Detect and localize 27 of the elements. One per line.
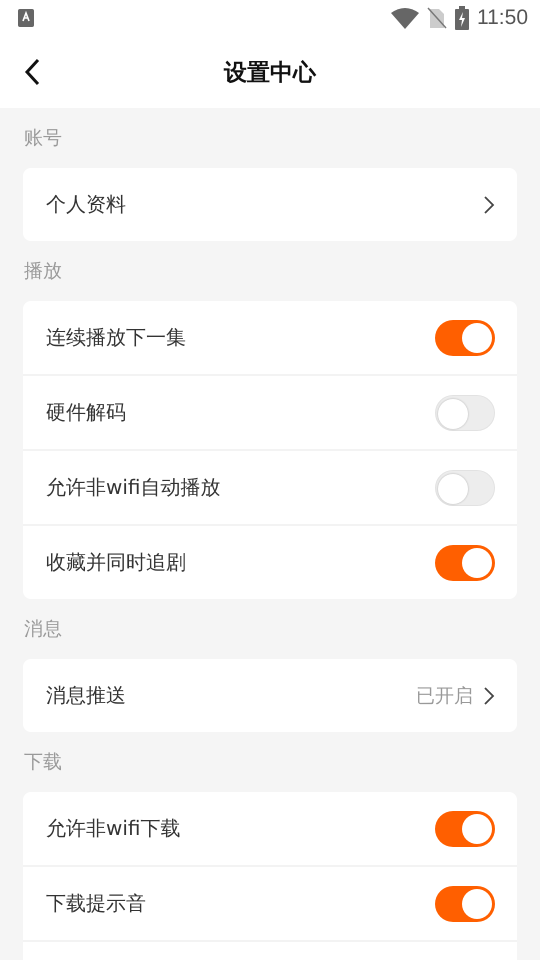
setting-label: 允许非wifi自动播放: [46, 474, 222, 501]
setting-value: 已开启: [416, 684, 473, 708]
section-title: 播放: [24, 259, 62, 284]
toggle-switch[interactable]: [435, 544, 495, 580]
chevron-right-icon[interactable]: [483, 194, 495, 214]
setting-label: 下载提示音: [46, 890, 147, 917]
wifi-icon: [391, 7, 419, 29]
clock-time: 11:50: [477, 6, 528, 30]
setting-label: 个人资料: [46, 191, 127, 218]
setting-label: 连续播放下一集: [46, 324, 187, 351]
section-title: 账号: [24, 126, 62, 151]
keyboard-icon: [18, 9, 34, 27]
setting-label: 硬件解码: [46, 399, 127, 426]
section-title: 消息: [24, 617, 62, 642]
battery-charging-icon: [455, 6, 469, 30]
setting-label: 收藏并同时追剧: [46, 549, 187, 576]
toggle-switch[interactable]: [435, 470, 495, 506]
section-title: 下载: [24, 750, 62, 775]
setting-label: 允许非wifi下载: [46, 815, 182, 842]
toggle-switch[interactable]: [435, 394, 495, 430]
toggle-switch[interactable]: [435, 320, 495, 356]
setting-label: 消息推送: [46, 682, 127, 709]
page-title: 设置中心: [224, 58, 316, 88]
no-sim-icon: [427, 7, 447, 29]
toggle-switch[interactable]: [435, 810, 495, 846]
toggle-switch[interactable]: [435, 886, 495, 922]
chevron-right-icon[interactable]: [483, 686, 495, 706]
